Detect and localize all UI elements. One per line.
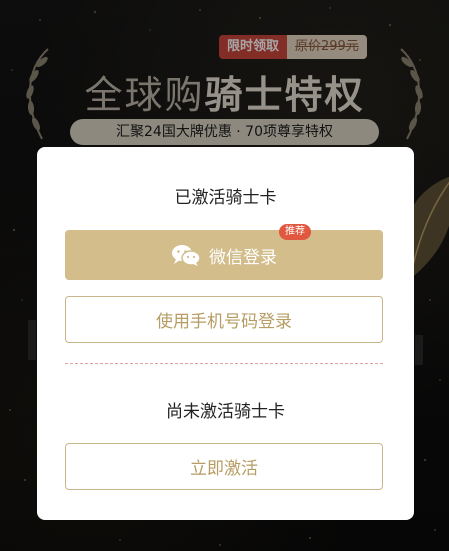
phone-login-label: 使用手机号码登录 (156, 312, 292, 332)
wechat-icon (172, 245, 201, 266)
activate-now-label: 立即激活 (190, 459, 258, 479)
phone-login-button[interactable]: 使用手机号码登录 (65, 296, 383, 343)
login-modal: 已激活骑士卡 微信登录 推荐 使用手机号码登录 尚未激活骑士卡 立即激活 (37, 147, 414, 520)
dashed-divider (65, 363, 383, 364)
recommend-badge: 推荐 (279, 224, 311, 240)
activated-heading: 已激活骑士卡 (174, 188, 277, 208)
activate-now-button[interactable]: 立即激活 (65, 443, 383, 490)
wechat-login-label: 微信登录 (209, 247, 277, 268)
unactivated-heading: 尚未激活骑士卡 (166, 402, 285, 422)
wechat-login-button[interactable]: 微信登录 推荐 (65, 224, 383, 280)
